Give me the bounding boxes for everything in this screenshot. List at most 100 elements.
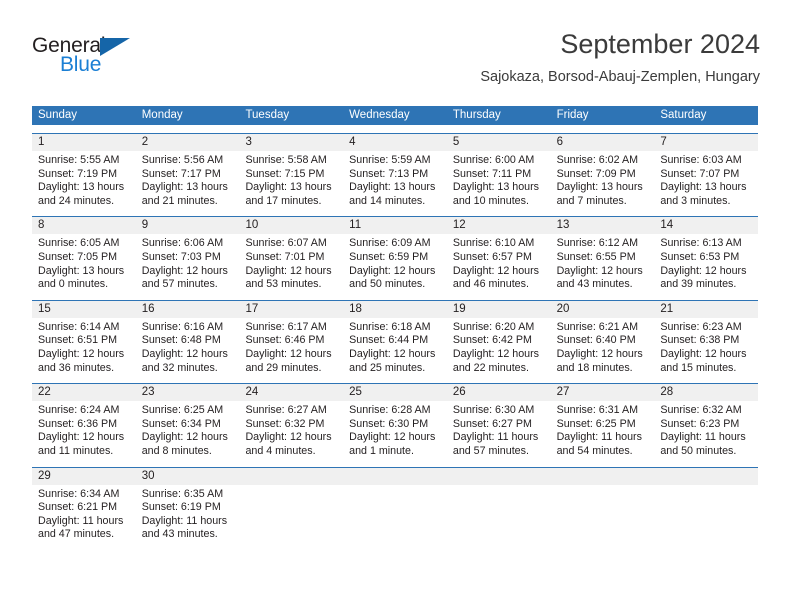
- day-cell[interactable]: Sunrise: 6:31 AM Sunset: 6:25 PM Dayligh…: [551, 401, 655, 458]
- week-detail-band: Sunrise: 6:34 AM Sunset: 6:21 PM Dayligh…: [32, 484, 758, 542]
- day-cell[interactable]: Sunrise: 6:07 AM Sunset: 7:01 PM Dayligh…: [239, 234, 343, 291]
- daylight-text-line1: Daylight: 12 hours: [556, 347, 643, 360]
- day-number[interactable]: 5: [447, 134, 551, 151]
- day-cell[interactable]: Sunrise: 6:25 AM Sunset: 6:34 PM Dayligh…: [136, 401, 240, 458]
- day-cell[interactable]: Sunrise: 6:28 AM Sunset: 6:30 PM Dayligh…: [343, 401, 447, 458]
- sunrise-text: Sunrise: 6:18 AM: [349, 320, 431, 333]
- day-cell[interactable]: Sunrise: 6:18 AM Sunset: 6:44 PM Dayligh…: [343, 318, 447, 375]
- day-cell[interactable]: Sunrise: 6:32 AM Sunset: 6:23 PM Dayligh…: [654, 401, 758, 458]
- day-number[interactable]: 14: [654, 217, 758, 234]
- day-cell[interactable]: Sunrise: 6:23 AM Sunset: 6:38 PM Dayligh…: [654, 318, 758, 375]
- day-number[interactable]: 11: [343, 217, 447, 234]
- day-number[interactable]: 21: [654, 301, 758, 318]
- day-cell[interactable]: Sunrise: 6:10 AM Sunset: 6:57 PM Dayligh…: [447, 234, 551, 291]
- day-cell[interactable]: Sunrise: 6:27 AM Sunset: 6:32 PM Dayligh…: [239, 401, 343, 458]
- day-number[interactable]: 25: [343, 384, 447, 401]
- day-cell[interactable]: Sunrise: 6:24 AM Sunset: 6:36 PM Dayligh…: [32, 401, 136, 458]
- day-cell[interactable]: Sunrise: 6:02 AM Sunset: 7:09 PM Dayligh…: [551, 151, 655, 208]
- sunset-text: Sunset: 7:03 PM: [141, 250, 221, 263]
- sunrise-text: Sunrise: 6:14 AM: [38, 320, 120, 333]
- day-number[interactable]: 10: [239, 217, 343, 234]
- day-cell[interactable]: Sunrise: 6:03 AM Sunset: 7:07 PM Dayligh…: [654, 151, 758, 208]
- sunset-text: Sunset: 7:11 PM: [452, 167, 532, 180]
- day-cell-empty: [343, 485, 447, 542]
- day-cell[interactable]: Sunrise: 6:06 AM Sunset: 7:03 PM Dayligh…: [136, 234, 240, 291]
- day-number[interactable]: 27: [551, 384, 655, 401]
- day-cell[interactable]: Sunrise: 6:14 AM Sunset: 6:51 PM Dayligh…: [32, 318, 136, 375]
- sunset-text: Sunset: 6:34 PM: [141, 417, 221, 430]
- daylight-text-line2: and 7 minutes.: [556, 194, 627, 207]
- daylight-text-line1: Daylight: 13 hours: [660, 181, 747, 194]
- day-number-empty: [239, 468, 343, 485]
- daylight-text-line1: Daylight: 12 hours: [556, 264, 643, 277]
- day-cell-empty: [654, 485, 758, 542]
- day-cell[interactable]: Sunrise: 6:35 AM Sunset: 6:19 PM Dayligh…: [136, 485, 240, 542]
- sunrise-text: Sunrise: 6:35 AM: [141, 487, 224, 500]
- sunrise-text: Sunrise: 6:12 AM: [556, 237, 638, 250]
- day-cell[interactable]: Sunrise: 6:30 AM Sunset: 6:27 PM Dayligh…: [447, 401, 551, 458]
- day-cell[interactable]: Sunrise: 6:21 AM Sunset: 6:40 PM Dayligh…: [551, 318, 655, 375]
- day-number[interactable]: 6: [551, 134, 655, 151]
- sunrise-text: Sunrise: 6:09 AM: [349, 237, 431, 250]
- day-number[interactable]: 9: [136, 217, 240, 234]
- day-number[interactable]: 12: [447, 217, 551, 234]
- daylight-text-line2: and 50 minutes.: [660, 444, 737, 457]
- day-cell[interactable]: Sunrise: 5:58 AM Sunset: 7:15 PM Dayligh…: [239, 151, 343, 208]
- day-number[interactable]: 7: [654, 134, 758, 151]
- day-cell[interactable]: Sunrise: 6:13 AM Sunset: 6:53 PM Dayligh…: [654, 234, 758, 291]
- day-number[interactable]: 20: [551, 301, 655, 318]
- day-number[interactable]: 28: [654, 384, 758, 401]
- daylight-text-line2: and 3 minutes.: [660, 194, 731, 207]
- day-number[interactable]: 19: [447, 301, 551, 318]
- sunset-text: Sunset: 6:25 PM: [556, 417, 636, 430]
- daylight-text-line1: Daylight: 12 hours: [245, 347, 332, 360]
- daylight-text-line2: and 4 minutes.: [245, 444, 316, 457]
- day-cell[interactable]: Sunrise: 5:59 AM Sunset: 7:13 PM Dayligh…: [343, 151, 447, 208]
- day-cell[interactable]: Sunrise: 6:00 AM Sunset: 7:11 PM Dayligh…: [447, 151, 551, 208]
- day-number[interactable]: 23: [136, 384, 240, 401]
- daylight-text-line2: and 21 minutes.: [141, 194, 218, 207]
- day-cell[interactable]: Sunrise: 6:34 AM Sunset: 6:21 PM Dayligh…: [32, 485, 136, 542]
- day-number[interactable]: 13: [551, 217, 655, 234]
- sunrise-text: Sunrise: 6:10 AM: [452, 237, 535, 250]
- day-cell[interactable]: Sunrise: 6:09 AM Sunset: 6:59 PM Dayligh…: [343, 234, 447, 291]
- day-cell[interactable]: Sunrise: 6:12 AM Sunset: 6:55 PM Dayligh…: [551, 234, 655, 291]
- day-number[interactable]: 22: [32, 384, 136, 401]
- sunset-text: Sunset: 6:19 PM: [141, 501, 221, 514]
- daylight-text-line1: Daylight: 13 hours: [38, 181, 125, 194]
- daylight-text-line1: Daylight: 13 hours: [452, 181, 540, 194]
- day-number[interactable]: 17: [239, 301, 343, 318]
- sunrise-text: Sunrise: 6:31 AM: [556, 404, 638, 417]
- day-number[interactable]: 8: [32, 217, 136, 234]
- day-cell[interactable]: Sunrise: 6:17 AM Sunset: 6:46 PM Dayligh…: [239, 318, 343, 375]
- day-number[interactable]: 2: [136, 134, 240, 151]
- day-number[interactable]: 3: [239, 134, 343, 151]
- sunrise-text: Sunrise: 6:21 AM: [556, 320, 638, 333]
- sunset-text: Sunset: 6:57 PM: [452, 250, 532, 263]
- weekday-header-saturday: Saturday: [660, 109, 707, 121]
- day-number[interactable]: 29: [32, 468, 136, 485]
- weekday-header-thursday: Thursday: [452, 109, 501, 121]
- day-cell[interactable]: Sunrise: 5:56 AM Sunset: 7:17 PM Dayligh…: [136, 151, 240, 208]
- day-cell[interactable]: Sunrise: 6:16 AM Sunset: 6:48 PM Dayligh…: [136, 318, 240, 375]
- day-number[interactable]: 26: [447, 384, 551, 401]
- day-number[interactable]: 4: [343, 134, 447, 151]
- daylight-text-line1: Daylight: 12 hours: [660, 264, 747, 277]
- weekday-header-sunday: Sunday: [38, 109, 78, 121]
- daylight-text-line2: and 15 minutes.: [660, 361, 737, 374]
- day-number[interactable]: 1: [32, 134, 136, 151]
- day-number[interactable]: 16: [136, 301, 240, 318]
- day-number[interactable]: 30: [136, 468, 240, 485]
- day-number[interactable]: 18: [343, 301, 447, 318]
- day-number[interactable]: 24: [239, 384, 343, 401]
- day-cell[interactable]: Sunrise: 6:20 AM Sunset: 6:42 PM Dayligh…: [447, 318, 551, 375]
- day-cell[interactable]: Sunrise: 5:55 AM Sunset: 7:19 PM Dayligh…: [32, 151, 136, 208]
- sunset-text: Sunset: 6:51 PM: [38, 334, 118, 347]
- sunset-text: Sunset: 6:21 PM: [38, 501, 118, 514]
- brand-logo[interactable]: General Blue: [32, 34, 232, 86]
- day-cell[interactable]: Sunrise: 6:05 AM Sunset: 7:05 PM Dayligh…: [32, 234, 136, 291]
- daylight-text-line1: Daylight: 12 hours: [452, 264, 540, 277]
- daylight-text-line1: Daylight: 12 hours: [141, 264, 228, 277]
- daylight-text-line2: and 22 minutes.: [452, 361, 529, 374]
- day-number[interactable]: 15: [32, 301, 136, 318]
